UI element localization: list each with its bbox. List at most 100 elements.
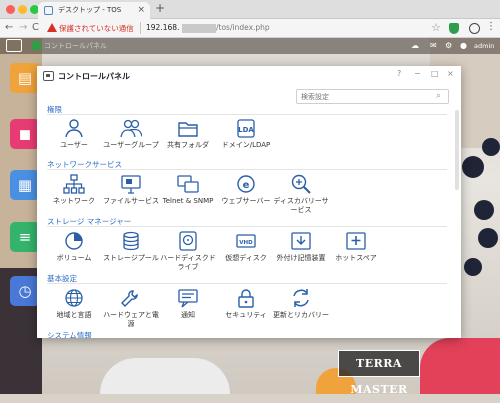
control-panel-task-icon[interactable] — [32, 41, 41, 50]
control-panel-item-label: ホットスペア — [335, 254, 377, 262]
control-panel-item-storage-pool[interactable]: ストレージプール — [102, 231, 160, 279]
network-icon — [63, 174, 85, 194]
wallpaper-blueberry — [478, 228, 498, 248]
dock-app-3[interactable]: ▦ — [10, 170, 40, 200]
terramaster-logo: TERRA MASTER — [338, 350, 420, 396]
discovery-icon — [291, 174, 311, 194]
reload-button[interactable]: C — [32, 22, 39, 33]
control-panel-item-label: 更新とリカバリー — [273, 311, 329, 319]
telnet-snmp-icon — [177, 175, 199, 193]
back-button[interactable]: ← — [5, 22, 13, 33]
update-icon — [293, 289, 309, 307]
maximize-button[interactable]: □ — [431, 69, 439, 78]
folder-icon: ▤ — [17, 69, 33, 87]
globe-icon — [65, 289, 83, 307]
control-panel-item-network[interactable]: ネットワーク — [45, 174, 103, 222]
user-icon — [65, 119, 83, 138]
browser-tab[interactable]: デスクトップ - TOS × — [38, 2, 150, 19]
close-button[interactable]: × — [447, 69, 454, 78]
search-icon[interactable]: ⌕ — [436, 91, 441, 101]
taskbar-app-label[interactable]: コントロールパネル — [44, 41, 107, 51]
control-panel-item-label: ハードウェアと電源 — [103, 311, 159, 328]
control-panel-item-label: ネットワーク — [53, 197, 95, 205]
store-icon: ▦ — [17, 176, 33, 194]
minimize-button[interactable]: − — [414, 69, 421, 78]
control-panel-item-label: Telnet & SNMP — [162, 197, 214, 205]
account-icon[interactable] — [469, 23, 480, 34]
control-panel-item-label: 共有フォルダ — [167, 141, 209, 149]
control-panel-item-hot-spare[interactable]: ホットスペア — [327, 231, 385, 279]
control-panel-item-discovery[interactable]: ディスカバリーサービス — [272, 174, 330, 222]
dock-app-1[interactable]: ▤ — [10, 63, 40, 93]
wallpaper-blueberry — [464, 258, 482, 276]
url-divider — [140, 22, 141, 34]
close-tab-icon[interactable]: × — [137, 2, 145, 19]
control-panel-item-globe[interactable]: 地域と言語 — [45, 288, 103, 336]
control-panel-item-label: 仮想ディスク — [225, 254, 267, 262]
wallpaper-plate — [100, 358, 230, 394]
control-panel-item-user[interactable]: ユーザー — [45, 118, 103, 166]
wrench-icon — [121, 290, 138, 307]
cloud-icon[interactable]: ☁ — [411, 41, 419, 50]
control-panel-item-file-service[interactable]: ファイルサービス — [102, 174, 160, 222]
tab-title: デスクトップ - TOS — [58, 6, 122, 14]
tos-taskbar: コントロールパネル ☁ ✉ ⚙ ● admin — [0, 38, 500, 54]
control-panel-item-virtual-disk[interactable]: VHD 仮想ディスク — [217, 231, 275, 279]
wallpaper-blueberry — [462, 156, 484, 178]
control-panel-item-external-storage[interactable]: 外付け記憶装置 — [272, 231, 330, 279]
new-tab-button[interactable]: + — [155, 1, 165, 15]
dock-app-4[interactable]: ≡ — [10, 222, 40, 252]
external-storage-icon — [291, 232, 311, 250]
minimize-window-button[interactable] — [18, 5, 27, 14]
url-host[interactable]: 192.168. — [146, 23, 179, 32]
control-panel-item-ldap[interactable]: LDA ドメイン/LDAP — [217, 118, 275, 166]
warning-icon[interactable] — [47, 23, 57, 32]
control-panel-item-notification[interactable]: 通知 — [159, 288, 217, 336]
svg-text:LDA: LDA — [238, 126, 254, 134]
section-divider — [47, 226, 447, 227]
control-panel-item-wrench[interactable]: ハードウェアと電源 — [102, 288, 160, 336]
insecure-connection-label[interactable]: 保護されていない通信 — [59, 23, 134, 34]
control-panel-item-hdd[interactable]: ハードディスクドライブ — [159, 231, 217, 279]
control-panel-item-label: ファイルサービス — [103, 197, 159, 205]
control-panel-item-label: ディスカバリーサービス — [273, 197, 329, 214]
control-panel-item-label: ボリューム — [56, 254, 92, 262]
window-titlebar[interactable]: コントロールパネル ? − □ × — [37, 66, 461, 86]
url-path[interactable]: /tos/index.php — [216, 23, 270, 32]
hot-spare-icon — [346, 232, 366, 250]
extension-shield-icon[interactable] — [449, 23, 459, 34]
browser-menu-icon[interactable]: ⋮ — [486, 21, 496, 32]
control-panel-item-label: ウェブサーバー — [221, 197, 271, 205]
control-panel-item-user-group[interactable]: ユーザーグループ — [102, 118, 160, 166]
message-icon[interactable]: ✉ — [430, 41, 437, 50]
close-window-button[interactable] — [6, 5, 15, 14]
bookmark-star-icon[interactable]: ☆ — [431, 21, 441, 34]
sliders-icon: ≡ — [18, 228, 32, 246]
section-divider — [47, 169, 447, 170]
control-panel-item-label: ストレージプール — [103, 254, 159, 262]
ldap-icon: LDA — [237, 119, 255, 138]
user-name[interactable]: admin — [474, 42, 494, 50]
user-avatar-icon[interactable]: ● — [460, 41, 467, 50]
lock-icon — [238, 289, 254, 308]
control-panel-item-telnet-snmp[interactable]: Telnet & SNMP — [159, 174, 217, 222]
dock-app-5[interactable]: ◷ — [10, 276, 40, 306]
control-panel-item-lock[interactable]: セキュリティ — [217, 288, 275, 336]
browser-tab-bar: デスクトップ - TOS × + — [0, 0, 500, 19]
control-panel-item-web-server[interactable]: e ウェブサーバー — [217, 174, 275, 222]
scrollbar[interactable] — [455, 110, 459, 190]
forward-button[interactable]: → — [19, 22, 27, 33]
control-panel-item-update[interactable]: 更新とリカバリー — [272, 288, 330, 336]
dock-app-2[interactable]: ◼ — [10, 119, 40, 149]
control-panel-item-shared-folder[interactable]: 共有フォルダ — [159, 118, 217, 166]
backup-clock-icon: ◷ — [18, 282, 32, 300]
hdd-icon — [179, 231, 197, 251]
control-panel-item-label: ハードディスクドライブ — [160, 254, 216, 271]
shared-folder-icon — [178, 122, 198, 137]
control-panel-item-volume[interactable]: ボリューム — [45, 231, 103, 279]
help-button[interactable]: ? — [397, 69, 401, 78]
settings-icon[interactable]: ⚙ — [445, 41, 452, 50]
search-input[interactable] — [296, 89, 449, 104]
tos-start-menu-icon[interactable] — [6, 39, 22, 52]
user-group-icon — [120, 119, 142, 138]
